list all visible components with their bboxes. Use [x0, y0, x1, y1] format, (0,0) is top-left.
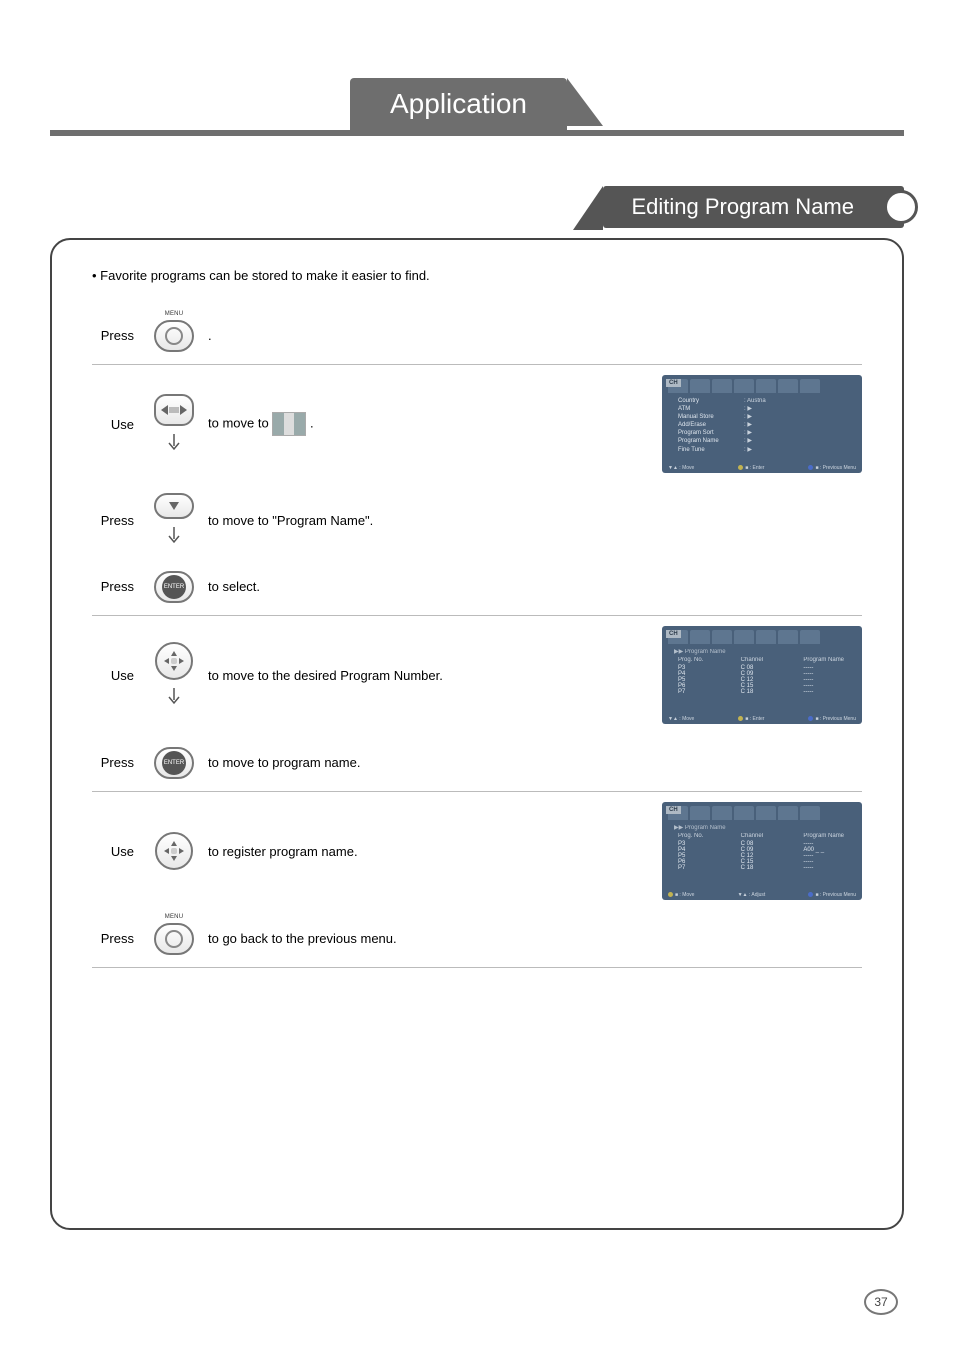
- down-button-icon: [154, 493, 194, 519]
- step-row: Use to register program name. CH ▶▶ Prog…: [92, 792, 862, 910]
- osd-badge: CH: [666, 379, 681, 387]
- menu-label: MENU: [165, 311, 183, 317]
- content-frame: Favorite programs can be stored to make …: [50, 238, 904, 1230]
- step-desc: to go back to the previous menu.: [200, 931, 632, 946]
- step-row: Press MENU .: [92, 307, 862, 365]
- step-desc: to move to .: [200, 412, 632, 436]
- header-stripe: [50, 130, 904, 136]
- step-verb: Press: [92, 755, 148, 770]
- header-tab: Application: [350, 78, 567, 130]
- step-row: Press ENTER to select.: [92, 558, 862, 616]
- step-verb: Use: [92, 668, 148, 683]
- step-verb: Press: [92, 328, 148, 343]
- flag-icon: [272, 412, 306, 436]
- step-desc-suffix: .: [310, 415, 314, 430]
- enter-button-icon: ENTER: [154, 571, 194, 603]
- step-row: Use to move to . CH: [92, 365, 862, 483]
- osd-badge: CH: [666, 630, 681, 638]
- manual-page: Application Editing Program Name Favorit…: [0, 0, 954, 1351]
- step-verb: Press: [92, 931, 148, 946]
- steps-list: Press MENU . Use: [92, 307, 862, 968]
- section-title: Editing Program Name: [603, 186, 904, 228]
- page-number: 37: [864, 1289, 898, 1315]
- step-desc: to move to the desired Program Number.: [200, 668, 632, 683]
- header-tab-bar: Application: [50, 78, 904, 130]
- enter-button-icon: ENTER: [154, 747, 194, 779]
- flow-down-icon: [166, 688, 182, 709]
- step-desc: to move to program name.: [200, 755, 632, 770]
- four-way-button-icon: [155, 642, 193, 680]
- osd-rows: Country: Austria ATM: ▶ Manual Store: ▶ …: [678, 397, 856, 454]
- section-knob-icon: [884, 190, 918, 224]
- step-desc: to select.: [200, 579, 632, 594]
- step-desc: to register program name.: [200, 844, 632, 859]
- step-desc-prefix: to move to: [208, 415, 272, 430]
- step-desc: to move to "Program Name".: [200, 513, 632, 528]
- section-title-wrap: Editing Program Name: [50, 186, 904, 230]
- osd-screenshot: CH ▶▶ Program Name Prog. No. P3P4P5P6P7 …: [662, 626, 862, 724]
- step-verb: Use: [92, 417, 148, 432]
- osd-sub: ▶▶ Program Name: [674, 824, 856, 831]
- enter-label: ENTER: [162, 751, 186, 775]
- intro-text: Favorite programs can be stored to make …: [92, 268, 862, 283]
- menu-button-icon: MENU: [154, 923, 194, 955]
- step-row: Use to move to the desired Program Numbe…: [92, 616, 862, 734]
- four-way-button-icon: [155, 832, 193, 870]
- flow-down-icon: [166, 527, 182, 548]
- osd-badge: CH: [666, 806, 681, 814]
- step-desc: .: [200, 328, 632, 343]
- menu-button-icon: MENU: [154, 320, 194, 352]
- menu-label: MENU: [165, 914, 183, 920]
- step-verb: Press: [92, 513, 148, 528]
- step-verb: Press: [92, 579, 148, 594]
- step-row: Press ENTER to move to program name.: [92, 734, 862, 792]
- osd-sub: ▶▶ Program Name: [674, 648, 856, 655]
- flow-down-icon: [166, 434, 182, 455]
- left-right-button-icon: [154, 394, 194, 426]
- step-row: Press MENU to go back to the previous me…: [92, 910, 862, 968]
- step-row: Press to move to "Program Name".: [92, 483, 862, 558]
- enter-label: ENTER: [162, 575, 186, 599]
- osd-screenshot: CH ▶▶ Program Name Prog. No. P3P4P5P6P7 …: [662, 802, 862, 900]
- step-verb: Use: [92, 844, 148, 859]
- osd-screenshot: CH Country: Austria ATM: ▶ Manual Store:…: [662, 375, 862, 473]
